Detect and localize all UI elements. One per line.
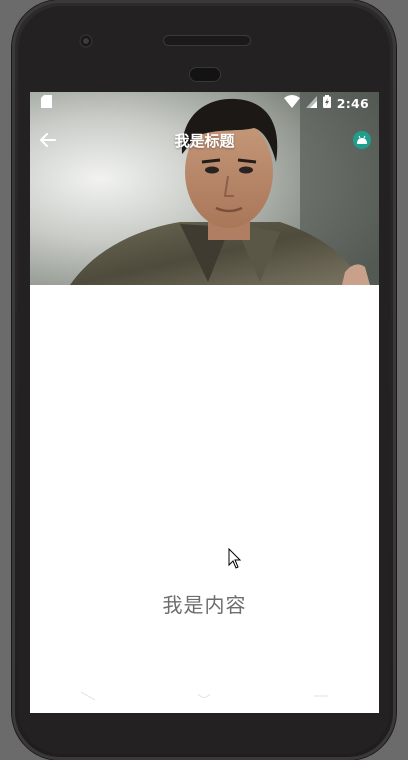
proximity-sensor [190,68,220,81]
toolbar: 我是标题 [30,120,379,160]
navigation-bar [30,678,379,713]
earpiece-speaker [164,36,250,45]
arrow-back-icon[interactable] [38,130,58,150]
sd-card-icon [41,95,52,111]
status-time: 2:46 [336,95,369,111]
content-text: 我是内容 [162,593,247,617]
app-screen: 2:46 我是标题 我是内容 [30,92,379,713]
android-robot-icon[interactable] [353,131,371,149]
nav-back-icon[interactable] [73,686,103,706]
wifi-icon [283,95,300,111]
toolbar-title: 我是标题 [174,132,235,150]
collapsing-header-image: 2:46 我是标题 [30,92,379,285]
nav-home-icon[interactable] [189,686,219,706]
nav-recents-icon[interactable] [306,686,336,706]
signal-icon [305,95,317,111]
front-camera [79,34,93,48]
battery-charging-icon [322,95,331,111]
status-bar: 2:46 [30,92,379,114]
